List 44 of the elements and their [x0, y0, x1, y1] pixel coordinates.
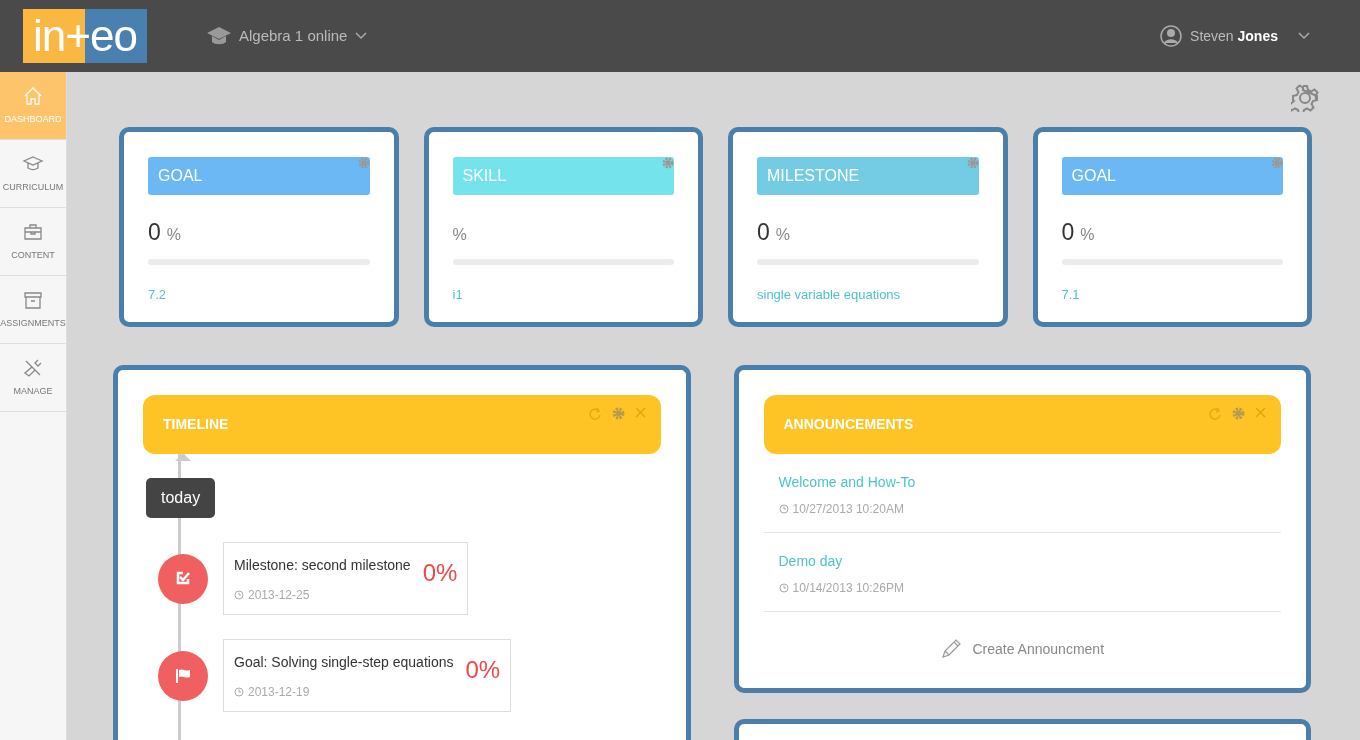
clock-icon: [234, 590, 244, 600]
card-header: GOAL: [1061, 157, 1283, 195]
timeline-date: 2013-12-25: [248, 587, 310, 604]
chevron-down-icon[interactable]: [1298, 32, 1310, 40]
sidebar-item[interactable]: ASSIGNMENTS: [0, 276, 66, 344]
card-link[interactable]: single variable equations: [757, 285, 901, 305]
card-link[interactable]: 7.1: [1061, 285, 1080, 305]
create-announcement-button[interactable]: Create Announcment: [940, 638, 1104, 660]
chevron-down-icon[interactable]: [355, 32, 368, 40]
timeline-percent: 0%: [422, 558, 458, 588]
stat-value: 0: [148, 219, 161, 245]
timeline-date: 2013-12-19: [248, 684, 310, 701]
sidebar-item[interactable]: CURRICULUM: [0, 140, 66, 208]
sidebar-item[interactable]: MANAGE: [0, 344, 66, 412]
percent-unit: %: [1080, 226, 1095, 243]
announcement-link[interactable]: Welcome and How-To: [778, 474, 916, 490]
clock-icon: [778, 504, 789, 514]
graduation-cap-icon: [207, 27, 231, 45]
panel-title: TIMELINE: [163, 415, 229, 434]
course-selector[interactable]: Algebra 1 online: [239, 24, 348, 48]
announcement-date: 10/14/2013 10:26PM: [792, 580, 904, 597]
percent-unit: %: [166, 226, 182, 243]
timeline-item-title: Goal: Solving single-step equations: [234, 653, 454, 672]
stat-value: 0: [757, 219, 770, 245]
user-name[interactable]: Steven Jones: [1190, 25, 1278, 47]
card-header: SKILL: [452, 157, 674, 195]
clock-icon: [234, 687, 244, 697]
card-link[interactable]: 7.2: [148, 285, 167, 305]
timeline-item-title: Milestone: second milestone: [234, 556, 411, 575]
sidebar-item[interactable]: CONTENT: [0, 208, 66, 276]
user-avatar-icon[interactable]: [1160, 25, 1183, 47]
card-header: MILESTONE: [757, 157, 979, 195]
timeline-percent: 0%: [465, 655, 501, 685]
panel-title: ANNOUNCEMENTS: [783, 415, 914, 434]
card-header: GOAL: [148, 157, 370, 195]
today-label: today: [146, 478, 216, 518]
stat-value: 0: [1061, 219, 1075, 245]
percent-unit: %: [775, 226, 791, 243]
card-link[interactable]: i1: [452, 285, 463, 305]
announcement-date: 10/27/2013 10:20AM: [792, 501, 904, 518]
pencil-icon: [940, 638, 963, 660]
announcement-link[interactable]: Demo day: [778, 553, 843, 569]
percent-unit: %: [452, 226, 467, 243]
clock-icon: [778, 583, 789, 593]
